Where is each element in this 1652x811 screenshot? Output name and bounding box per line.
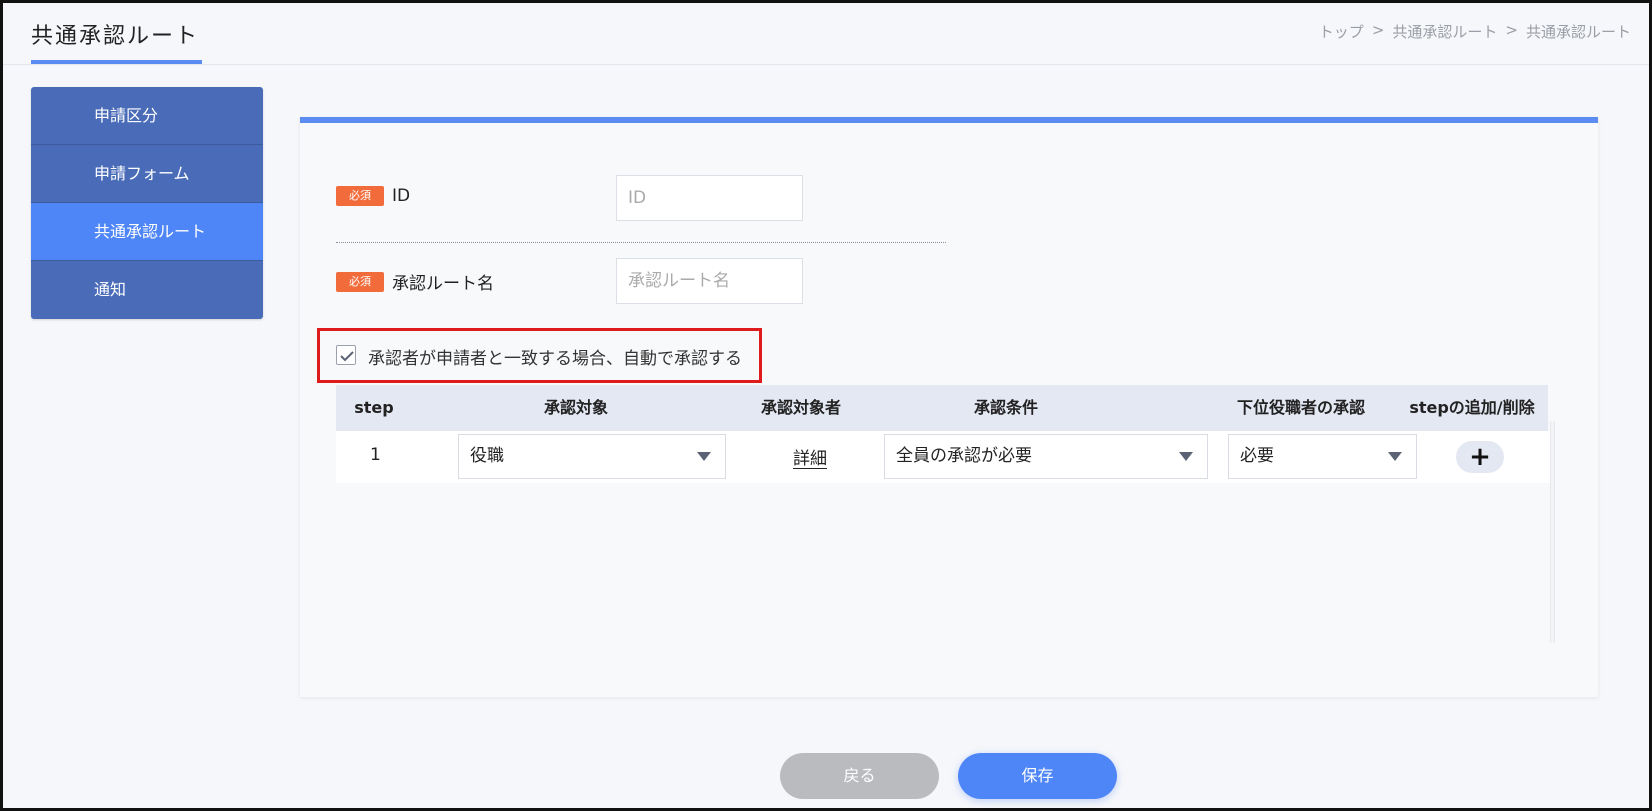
save-button[interactable]: 保存: [958, 753, 1117, 799]
app-frame: 共通承認ルート トップ > 共通承認ルート > 共通承認ルート 申請区分 申請フ…: [0, 0, 1652, 811]
id-input[interactable]: [616, 175, 803, 221]
form-panel: 必須 ID 必須 承認ルート名 承認者が申請者と一致する場合、自動で承認する s…: [300, 117, 1598, 697]
column-header-add-remove: stepの追加/削除: [1409, 398, 1535, 417]
subordinate-select-value: 必要: [1240, 446, 1274, 466]
table-row: 1 役職 詳細 全員の承認が必要 必要 +: [336, 431, 1552, 483]
sidebar-item-application-form[interactable]: 申請フォーム: [31, 145, 263, 203]
required-badge: 必須: [336, 186, 384, 206]
id-field-label-group: 必須 ID: [336, 186, 410, 206]
column-header-subordinate: 下位役職者の承認: [1236, 398, 1365, 417]
breadcrumb-top[interactable]: トップ: [1319, 21, 1364, 42]
condition-select[interactable]: 全員の承認が必要: [884, 434, 1208, 479]
chevron-down-icon: [1388, 452, 1402, 461]
column-header-condition: 承認条件: [973, 398, 1038, 417]
breadcrumb-separator: >: [1505, 21, 1518, 39]
add-step-button[interactable]: +: [1456, 441, 1504, 473]
approver-detail-link[interactable]: 詳細: [793, 444, 827, 469]
id-label: ID: [392, 186, 411, 206]
breadcrumb-route[interactable]: 共通承認ルート: [1392, 21, 1497, 42]
required-badge: 必須: [336, 271, 384, 292]
column-header-approver: 承認対象者: [760, 398, 841, 417]
condition-select-value: 全員の承認が必要: [896, 446, 1032, 466]
page-title: 共通承認ルート: [31, 24, 200, 49]
auto-approve-checkbox[interactable]: [336, 345, 356, 365]
target-select-value: 役職: [470, 446, 504, 466]
sidebar: 申請区分 申請フォーム 共通承認ルート 通知: [31, 87, 263, 319]
chevron-down-icon: [697, 452, 711, 461]
target-select[interactable]: 役職: [458, 434, 726, 479]
back-button[interactable]: 戻る: [780, 753, 939, 799]
breadcrumb-current: 共通承認ルート: [1525, 23, 1631, 41]
checkmark-icon: [340, 351, 354, 362]
table-scrollbar[interactable]: [1550, 421, 1555, 643]
column-header-step: step: [354, 398, 394, 417]
auto-approve-label[interactable]: 承認者が申請者と一致する場合、自動で承認する: [368, 344, 742, 369]
table-header: step 承認対象 承認対象者 承認条件 下位役職者の承認 stepの追加/削除: [336, 385, 1548, 431]
route-name-label-group: 必須 承認ルート名: [336, 269, 494, 294]
sidebar-item-common-approval-route[interactable]: 共通承認ルート: [31, 203, 263, 261]
chevron-down-icon: [1179, 452, 1193, 461]
step-number: 1: [370, 445, 381, 465]
subordinate-select[interactable]: 必要: [1228, 434, 1417, 479]
route-name-label: 承認ルート名: [392, 274, 494, 294]
sidebar-item-application-category[interactable]: 申請区分: [31, 87, 263, 145]
sidebar-item-notification[interactable]: 通知: [31, 261, 263, 319]
header: 共通承認ルート トップ > 共通承認ルート > 共通承認ルート: [3, 3, 1649, 65]
column-header-target: 承認対象: [543, 398, 608, 417]
breadcrumb: トップ > 共通承認ルート > 共通承認ルート: [1319, 21, 1631, 42]
title-underline: [31, 60, 202, 64]
route-name-input[interactable]: [616, 258, 803, 304]
breadcrumb-separator: >: [1371, 21, 1385, 39]
divider: [336, 242, 946, 243]
